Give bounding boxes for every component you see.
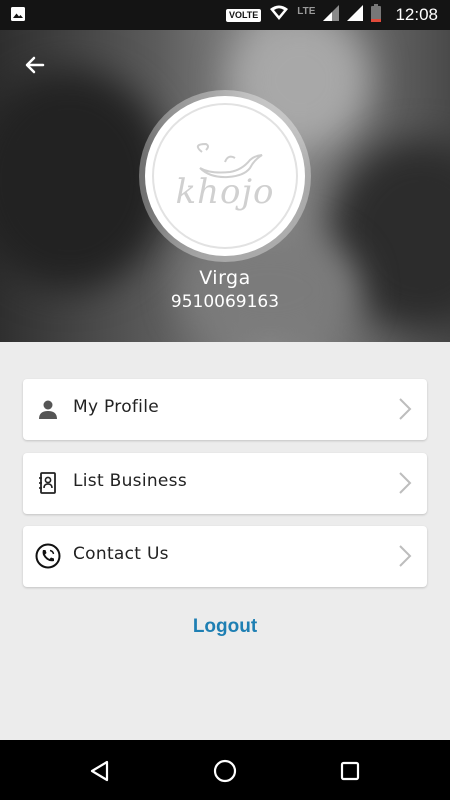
system-nav-bar	[0, 740, 450, 800]
logo-text: khojo	[175, 172, 275, 212]
list-business-item[interactable]: List Business	[23, 453, 427, 514]
back-triangle-icon	[90, 760, 109, 782]
chevron-right-icon	[399, 545, 412, 567]
signal-icon	[323, 5, 340, 25]
clock: 12:08	[395, 5, 438, 24]
contact-us-item[interactable]: Contact Us	[23, 526, 427, 587]
status-bar: VOLTE LTE 12:08	[0, 0, 450, 30]
my-profile-label: My Profile	[73, 397, 159, 417]
person-icon	[35, 396, 61, 422]
arrow-back-icon	[23, 53, 47, 81]
list-business-label: List Business	[73, 471, 187, 491]
logout-button[interactable]: Logout	[0, 616, 450, 638]
phone-call-icon	[35, 543, 61, 569]
contact-us-label: Contact Us	[73, 544, 169, 564]
volte-badge: VOLTE	[225, 8, 262, 22]
khojo-logo: khojo	[152, 103, 298, 249]
avatar: khojo	[145, 96, 305, 256]
recents-square-icon	[340, 761, 360, 781]
network-type: LTE	[297, 5, 316, 17]
contact-book-icon	[35, 470, 61, 496]
home-circle-icon	[213, 759, 237, 783]
user-phone: 9510069163	[170, 292, 280, 312]
back-button[interactable]	[18, 50, 52, 84]
wifi-icon	[269, 5, 289, 25]
profile-header: khojo Virga 9510069163	[0, 30, 450, 342]
battery-icon	[371, 4, 382, 26]
user-name: Virga	[199, 267, 251, 289]
chevron-right-icon	[399, 398, 412, 420]
nav-recents-button[interactable]	[335, 756, 365, 786]
chevron-right-icon	[399, 472, 412, 494]
signal-icon	[347, 5, 364, 25]
nav-home-button[interactable]	[210, 756, 240, 786]
nav-back-button[interactable]	[85, 756, 115, 786]
image-icon	[10, 6, 26, 26]
my-profile-item[interactable]: My Profile	[23, 379, 427, 440]
